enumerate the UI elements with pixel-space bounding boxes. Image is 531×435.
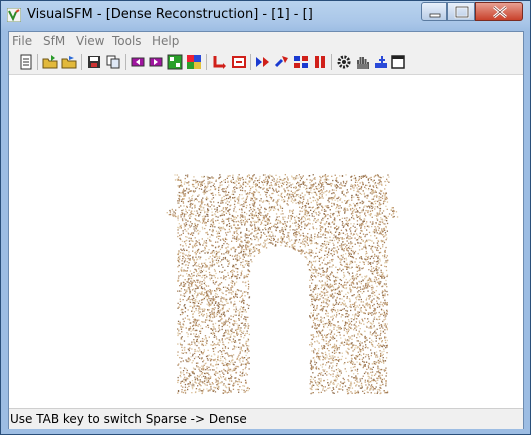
close-icon xyxy=(493,5,507,19)
pause-icon[interactable] xyxy=(231,54,247,70)
maximize-icon xyxy=(454,5,470,19)
open-folder-icon[interactable] xyxy=(61,54,77,70)
color-grid-icon[interactable] xyxy=(186,54,202,70)
stop-icon[interactable] xyxy=(312,54,328,70)
menu-help[interactable]: Help xyxy=(152,34,179,48)
toolbar-separator xyxy=(206,54,207,70)
model-prev-icon[interactable] xyxy=(130,54,146,70)
window-title: VisualSFM - [Dense Reconstruction] - [1]… xyxy=(27,7,313,22)
title-bar[interactable]: VisualSFM - [Dense Reconstruction] - [1]… xyxy=(1,1,530,31)
status-text: Use TAB key to switch Sparse -> Dense xyxy=(10,412,247,426)
toolbar-separator xyxy=(331,54,332,70)
settings-gear-icon[interactable] xyxy=(336,54,352,70)
visualsfm-app-icon xyxy=(7,8,21,22)
menu-bar: File SfM View Tools Help xyxy=(9,32,523,50)
save-icon[interactable] xyxy=(86,54,102,70)
toolbar-separator xyxy=(37,54,38,70)
menu-view[interactable]: View xyxy=(76,34,104,48)
client-area: File SfM View Tools Help Use TAB key to … xyxy=(8,31,524,429)
toolbar-separator xyxy=(125,54,126,70)
toolbar-separator xyxy=(250,54,251,70)
show-cameras-icon[interactable] xyxy=(211,54,227,70)
menu-file[interactable]: File xyxy=(12,34,32,48)
match-icon[interactable] xyxy=(167,54,183,70)
maximize-button[interactable] xyxy=(447,2,475,21)
app-window: VisualSFM - [Dense Reconstruction] - [1]… xyxy=(0,0,531,435)
log-icon[interactable] xyxy=(18,54,34,70)
open-multi-images-icon[interactable] xyxy=(42,54,58,70)
pairwise-icon[interactable] xyxy=(293,54,309,70)
menu-sfm[interactable]: SfM xyxy=(43,34,65,48)
minimize-icon xyxy=(429,13,441,18)
hand-pan-icon[interactable] xyxy=(354,54,370,70)
status-bar: Use TAB key to switch Sparse -> Dense xyxy=(9,408,523,429)
compute-3d-icon[interactable] xyxy=(255,54,271,70)
zoom-icon[interactable] xyxy=(373,54,389,70)
close-button[interactable] xyxy=(475,2,523,21)
minimize-button[interactable] xyxy=(421,2,447,21)
menu-tools[interactable]: Tools xyxy=(112,34,142,48)
toolbar-separator xyxy=(81,54,82,70)
dense-icon[interactable] xyxy=(274,54,290,70)
window-icon[interactable] xyxy=(390,54,406,70)
dense-point-cloud xyxy=(166,174,399,395)
3d-viewport[interactable] xyxy=(9,75,523,406)
model-next-icon[interactable] xyxy=(148,54,164,70)
toolbar xyxy=(9,50,523,75)
copy-icon[interactable] xyxy=(105,54,121,70)
